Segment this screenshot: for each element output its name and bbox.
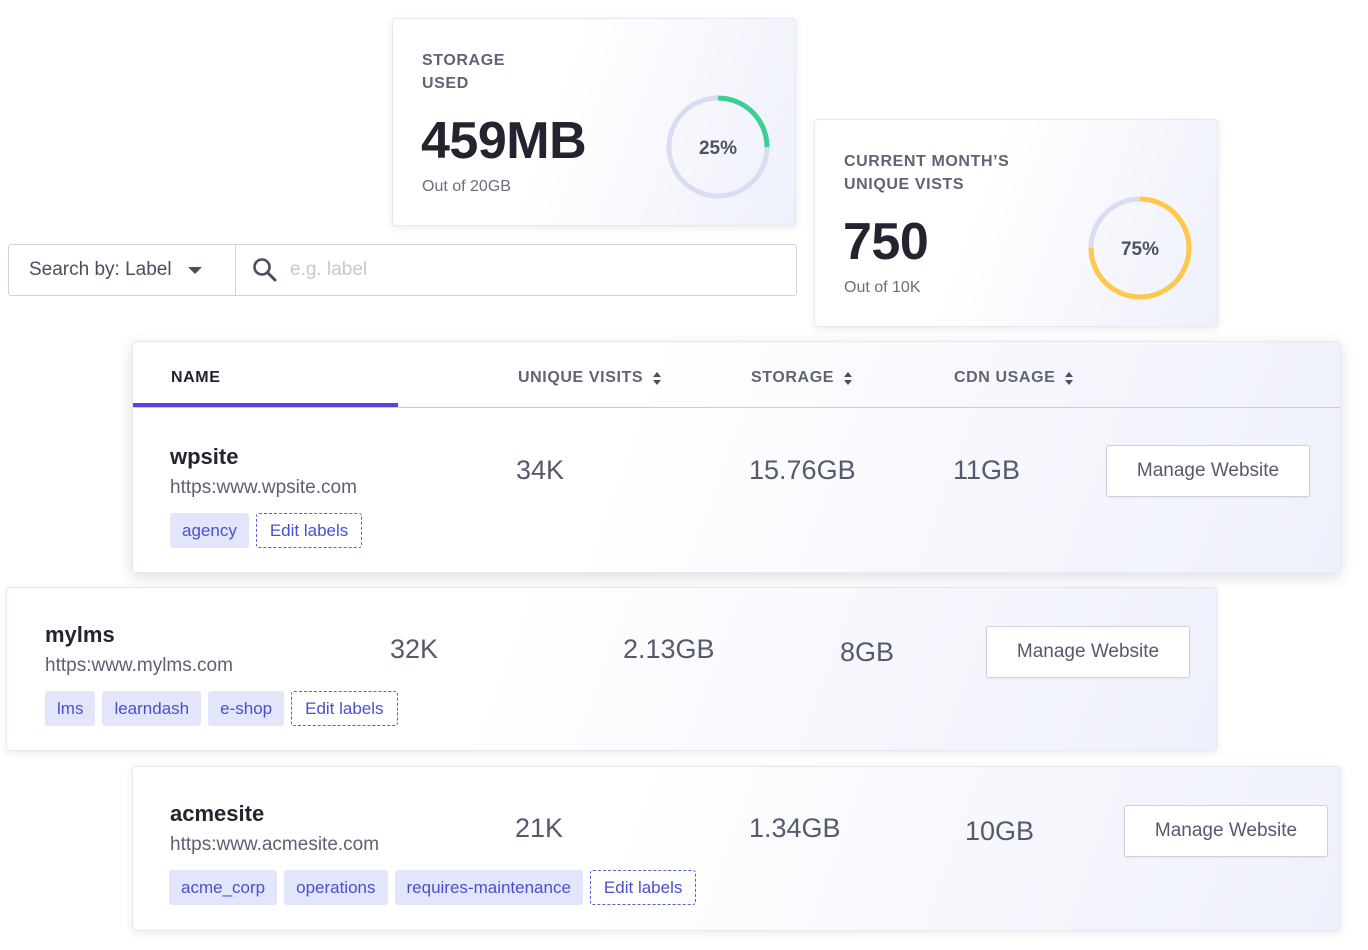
edit-labels-button[interactable]: Edit labels	[291, 691, 398, 726]
unique-visits-value: 34K	[516, 455, 565, 485]
storage-percent-label: 25%	[699, 138, 737, 159]
label-tag[interactable]: acme_corp	[169, 870, 278, 905]
chevron-down-icon	[187, 266, 202, 274]
manage-website-button[interactable]: Manage Website	[986, 626, 1190, 678]
edit-labels-button[interactable]: Edit labels	[589, 870, 697, 905]
column-header-name[interactable]: NAME	[171, 369, 221, 387]
label-tag[interactable]: requires-maintenance	[394, 870, 583, 905]
table-row: mylms https:www.mylms.com 32K 2.13GB 8GB…	[6, 587, 1217, 751]
site-name: acmesite	[170, 801, 265, 826]
label-tag[interactable]: agency	[170, 513, 249, 548]
search-by-label: Search by: Label	[29, 259, 172, 280]
visits-stat-sub: Out of 10K	[844, 279, 921, 296]
label-tag[interactable]: lms	[45, 691, 96, 726]
storage-stat-sub: Out of 20GB	[422, 178, 511, 195]
storage-value: 2.13GB	[623, 634, 715, 664]
search-input[interactable]	[290, 259, 730, 281]
site-name: mylms	[45, 622, 115, 647]
storage-stat-card: STORAGE USED 459MB Out of 20GB 25%	[392, 18, 796, 226]
visits-stat-value: 750	[843, 213, 929, 271]
storage-value: 15.76GB	[749, 455, 856, 485]
label-list: lms learndash e-shop Edit labels	[45, 691, 398, 726]
search-bar: Search by: Label	[8, 244, 797, 296]
site-name: wpsite	[170, 444, 239, 469]
label-list: agency Edit labels	[170, 513, 363, 548]
unique-visits-value: 32K	[390, 634, 439, 664]
search-icon	[253, 258, 277, 282]
column-header-cdn-usage[interactable]: CDN USAGE	[954, 369, 1074, 387]
active-tab-indicator	[133, 403, 398, 407]
sort-icon	[1065, 371, 1074, 385]
manage-website-button[interactable]: Manage Website	[1106, 445, 1310, 497]
cdn-usage-value: 10GB	[965, 816, 1035, 846]
label-tag[interactable]: operations	[284, 870, 388, 905]
label-list: acme_corp operations requires-maintenanc…	[169, 870, 697, 905]
search-by-dropdown[interactable]: Search by: Label	[9, 245, 236, 295]
label-tag[interactable]: e-shop	[208, 691, 285, 726]
search-field	[236, 245, 796, 295]
site-url: https:www.wpsite.com	[170, 477, 357, 498]
table-header: NAME UNIQUE VISITS STORAGE CDN USAGE	[133, 342, 1340, 408]
unique-visits-value: 21K	[515, 813, 564, 843]
storage-stat-label: STORAGE USED	[422, 52, 506, 92]
storage-stat-value: 459MB	[421, 112, 587, 170]
column-header-unique-visits[interactable]: UNIQUE VISITS	[518, 369, 662, 387]
visits-percent-label: 75%	[1121, 239, 1159, 260]
sort-icon	[844, 371, 853, 385]
storage-progress-ring: 25%	[666, 95, 770, 199]
visits-stat-card: CURRENT MONTH’S UNIQUE VISTS 750 Out of …	[814, 119, 1218, 327]
table-row: acmesite https:www.acmesite.com 21K 1.34…	[132, 766, 1341, 931]
manage-website-button[interactable]: Manage Website	[1124, 805, 1328, 857]
label-tag[interactable]: learndash	[102, 691, 202, 726]
visits-stat-label: CURRENT MONTH’S UNIQUE VISTS	[844, 153, 1010, 193]
site-url: https:www.acmesite.com	[170, 834, 380, 855]
sort-icon	[653, 371, 662, 385]
visits-progress-ring: 75%	[1088, 196, 1192, 300]
site-url: https:www.mylms.com	[45, 655, 233, 676]
cdn-usage-value: 8GB	[840, 637, 895, 667]
sites-table-card: NAME UNIQUE VISITS STORAGE CDN USAGE wps…	[132, 341, 1341, 573]
cdn-usage-value: 11GB	[953, 455, 1021, 485]
column-header-storage[interactable]: STORAGE	[751, 369, 853, 387]
edit-labels-button[interactable]: Edit labels	[255, 513, 363, 548]
storage-value: 1.34GB	[749, 813, 841, 843]
